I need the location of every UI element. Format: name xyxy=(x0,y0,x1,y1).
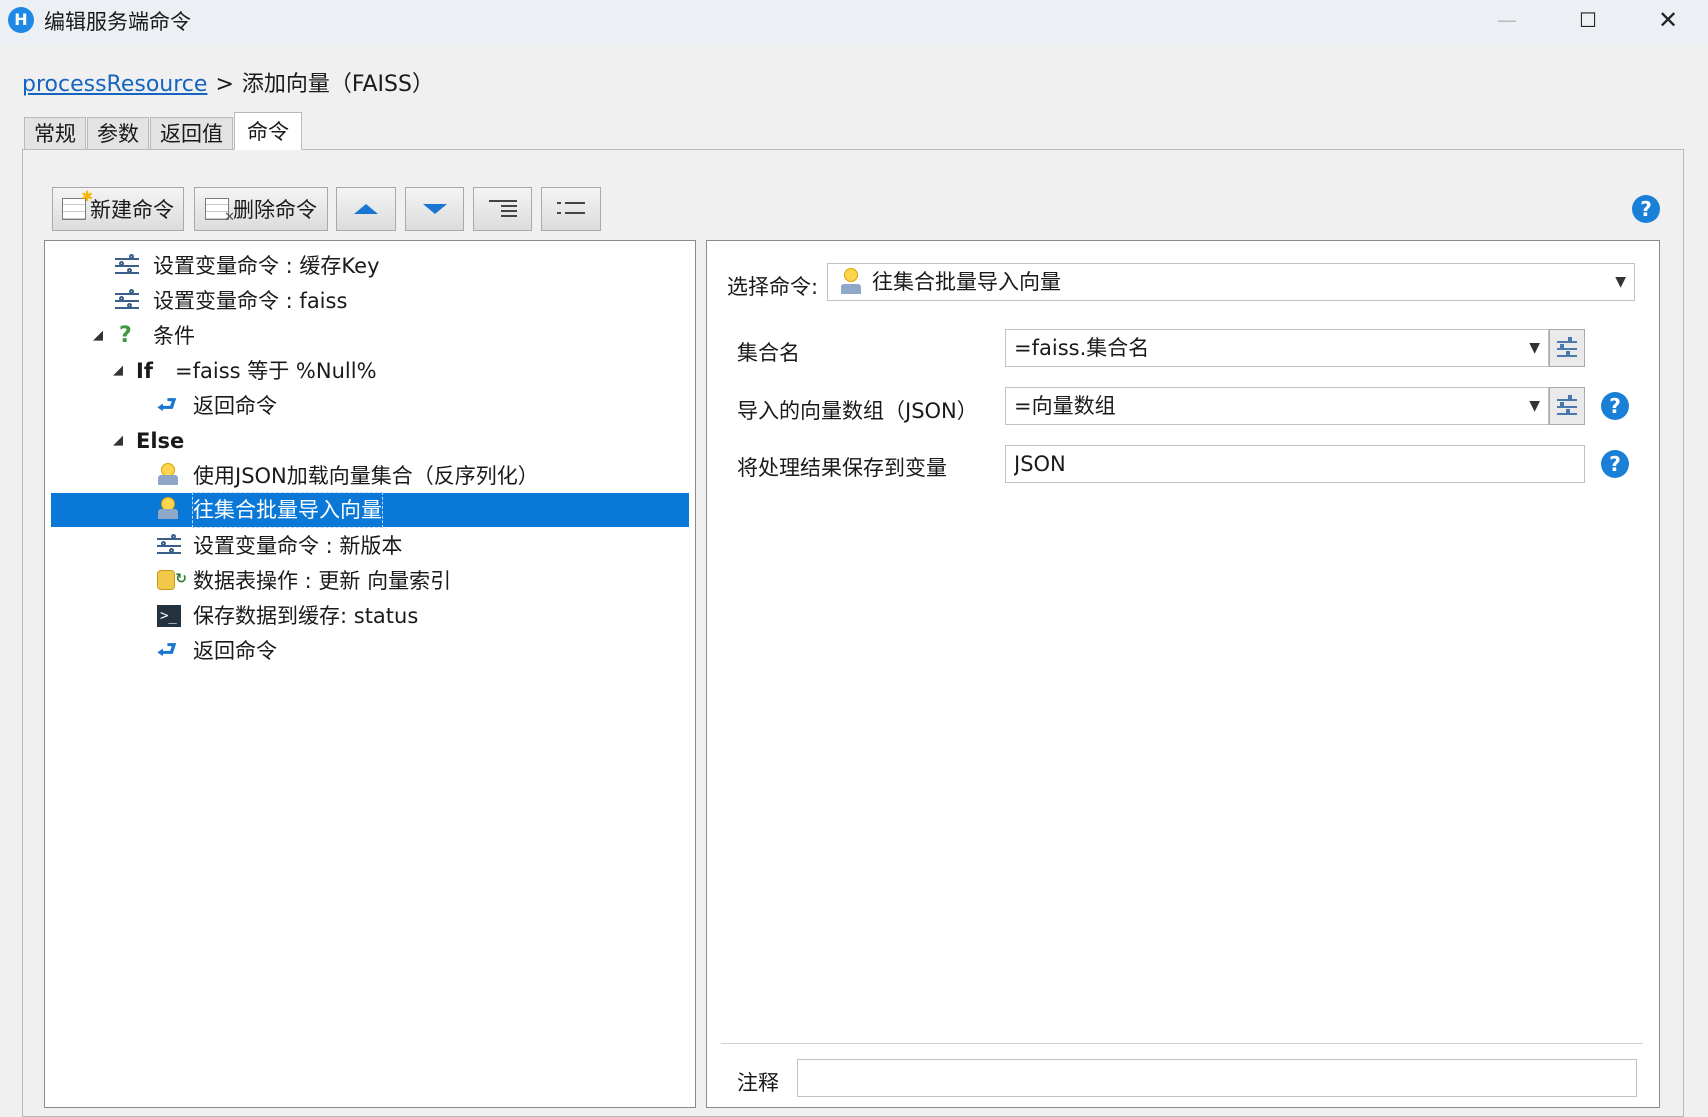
comment-input[interactable] xyxy=(797,1059,1637,1097)
arrow-up-icon xyxy=(354,204,378,214)
new-command-label: 新建命令 xyxy=(90,198,174,222)
bulb-icon xyxy=(157,463,181,485)
minimize-button[interactable]: — xyxy=(1467,0,1547,40)
select-command-dropdown[interactable]: 往集合批量导入向量 ▼ xyxy=(827,263,1635,301)
delete-command-button[interactable]: 删除命令 xyxy=(194,187,328,231)
select-command-value: 往集合批量导入向量 xyxy=(872,270,1061,294)
vector-array-help-icon[interactable]: ? xyxy=(1601,392,1629,420)
tree-item-label: 返回命令 xyxy=(193,394,277,418)
new-command-button[interactable]: 新建命令 xyxy=(52,187,184,231)
outdent-button[interactable] xyxy=(541,187,601,231)
tree-item-label: 使用JSON加载向量集合（反序列化） xyxy=(193,464,539,488)
divider xyxy=(721,1043,1643,1044)
breadcrumb-current: 添加向量（FAISS） xyxy=(241,72,434,97)
title-bar: H 编辑服务端命令 — ☐ ✕ xyxy=(0,0,1708,44)
tree-item-condition: =faiss 等于 %Null% xyxy=(175,359,377,383)
return-icon: ⮐ xyxy=(157,638,177,663)
tab-return-value[interactable]: 返回值 xyxy=(150,117,233,150)
comment-label: 注释 xyxy=(737,1071,779,1095)
tab-strip: 常规 参数 返回值 命令 xyxy=(24,112,303,150)
tree-item[interactable]: 设置变量命令 : faiss xyxy=(51,284,689,318)
tree-item[interactable]: 设置变量命令 : 新版本 xyxy=(51,529,689,563)
new-command-icon xyxy=(62,189,93,220)
outdent-icon xyxy=(557,200,585,218)
tree-item[interactable]: 使用JSON加载向量集合（反序列化） xyxy=(51,459,689,493)
tree-item-label: 设置变量命令 : 新版本 xyxy=(193,534,403,558)
tree-item[interactable]: ⮐ 返回命令 xyxy=(51,634,689,668)
move-up-button[interactable] xyxy=(336,187,396,231)
tree-item-label: 往集合批量导入向量 xyxy=(192,492,383,528)
help-icon[interactable]: ? xyxy=(1632,195,1660,223)
indent-icon xyxy=(488,200,517,218)
database-icon: ↻ xyxy=(157,570,187,592)
move-down-button[interactable] xyxy=(405,187,464,231)
delete-command-icon xyxy=(205,198,235,225)
indent-button[interactable] xyxy=(473,187,532,231)
tree-item[interactable]: 设置变量命令 : 缓存Key xyxy=(51,249,689,283)
tree-item-label: 返回命令 xyxy=(193,639,277,663)
command-editor: 选择命令: 往集合批量导入向量 ▼ 集合名 =faiss.集合名 ▼ 导入的向量… xyxy=(706,240,1660,1108)
collapse-toggle-icon[interactable]: ◢ xyxy=(93,319,103,353)
vector-array-value: =向量数组 xyxy=(1014,394,1116,418)
collection-name-expression-button[interactable] xyxy=(1549,329,1585,367)
return-icon: ⮐ xyxy=(157,393,177,418)
sliders-icon xyxy=(115,289,139,312)
chevron-down-icon: ▼ xyxy=(1529,340,1540,356)
bulb-icon xyxy=(840,268,862,294)
tree-item-label: If xyxy=(136,359,153,383)
window-title: 编辑服务端命令 xyxy=(44,10,191,34)
chevron-down-icon: ▼ xyxy=(1615,274,1626,290)
vector-array-combo[interactable]: =向量数组 ▼ xyxy=(1005,387,1549,425)
tab-parameters[interactable]: 参数 xyxy=(87,117,149,150)
collection-name-combo[interactable]: =faiss.集合名 ▼ xyxy=(1005,329,1549,367)
tab-general[interactable]: 常规 xyxy=(24,117,86,150)
tree-item-label: 数据表操作 : 更新 向量索引 xyxy=(193,569,452,593)
select-command-label: 选择命令: xyxy=(727,275,819,299)
tree-item-label: 条件 xyxy=(153,324,195,348)
tree-item[interactable]: >_ 保存数据到缓存: status xyxy=(51,599,689,633)
collapse-toggle-icon[interactable]: ◢ xyxy=(113,354,123,388)
tree-item[interactable]: ◢ If =faiss 等于 %Null% xyxy=(51,354,689,388)
tree-item-label: 保存数据到缓存: status xyxy=(193,604,419,628)
tab-commands[interactable]: 命令 xyxy=(234,112,302,150)
tree-item[interactable]: ◢ ? 条件 xyxy=(51,319,689,353)
terminal-icon: >_ xyxy=(157,605,181,627)
collection-name-value: =faiss.集合名 xyxy=(1014,336,1150,360)
field-label: 将处理结果保存到变量 xyxy=(737,456,947,480)
close-button[interactable]: ✕ xyxy=(1628,0,1708,40)
tree-item[interactable]: ◢ Else xyxy=(51,424,689,458)
chevron-down-icon: ▼ xyxy=(1529,398,1540,414)
app-icon: H xyxy=(8,7,34,33)
arrow-down-icon xyxy=(422,204,447,214)
command-tree: 设置变量命令 : 缓存Key 设置变量命令 : faiss ◢ ? 条件 ◢ I… xyxy=(44,240,696,1108)
sliders-icon xyxy=(157,534,181,557)
tree-item[interactable]: ⮐ 返回命令 xyxy=(51,389,689,423)
question-icon: ? xyxy=(119,323,132,348)
result-variable-input[interactable] xyxy=(1005,445,1585,483)
breadcrumb: processResource > 添加向量（FAISS） xyxy=(22,66,434,98)
collapse-toggle-icon[interactable]: ◢ xyxy=(113,424,123,458)
maximize-button[interactable]: ☐ xyxy=(1548,0,1628,40)
vector-array-expression-button[interactable] xyxy=(1549,387,1585,425)
tree-item-label: 设置变量命令 : faiss xyxy=(153,289,348,313)
breadcrumb-link[interactable]: processResource xyxy=(22,72,207,97)
tree-item[interactable]: ↻ 数据表操作 : 更新 向量索引 xyxy=(51,564,689,598)
sliders-icon xyxy=(115,254,139,277)
tree-item-selected[interactable]: 往集合批量导入向量 xyxy=(51,492,689,528)
breadcrumb-separator: > xyxy=(215,72,234,97)
tree-item-label: 设置变量命令 : 缓存Key xyxy=(153,254,380,278)
delete-command-label: 删除命令 xyxy=(233,198,317,222)
tree-item-label: Else xyxy=(136,429,185,453)
field-label: 导入的向量数组（JSON） xyxy=(737,399,978,423)
bulb-icon xyxy=(157,497,181,519)
result-variable-help-icon[interactable]: ? xyxy=(1601,450,1629,478)
field-label: 集合名 xyxy=(737,341,800,365)
